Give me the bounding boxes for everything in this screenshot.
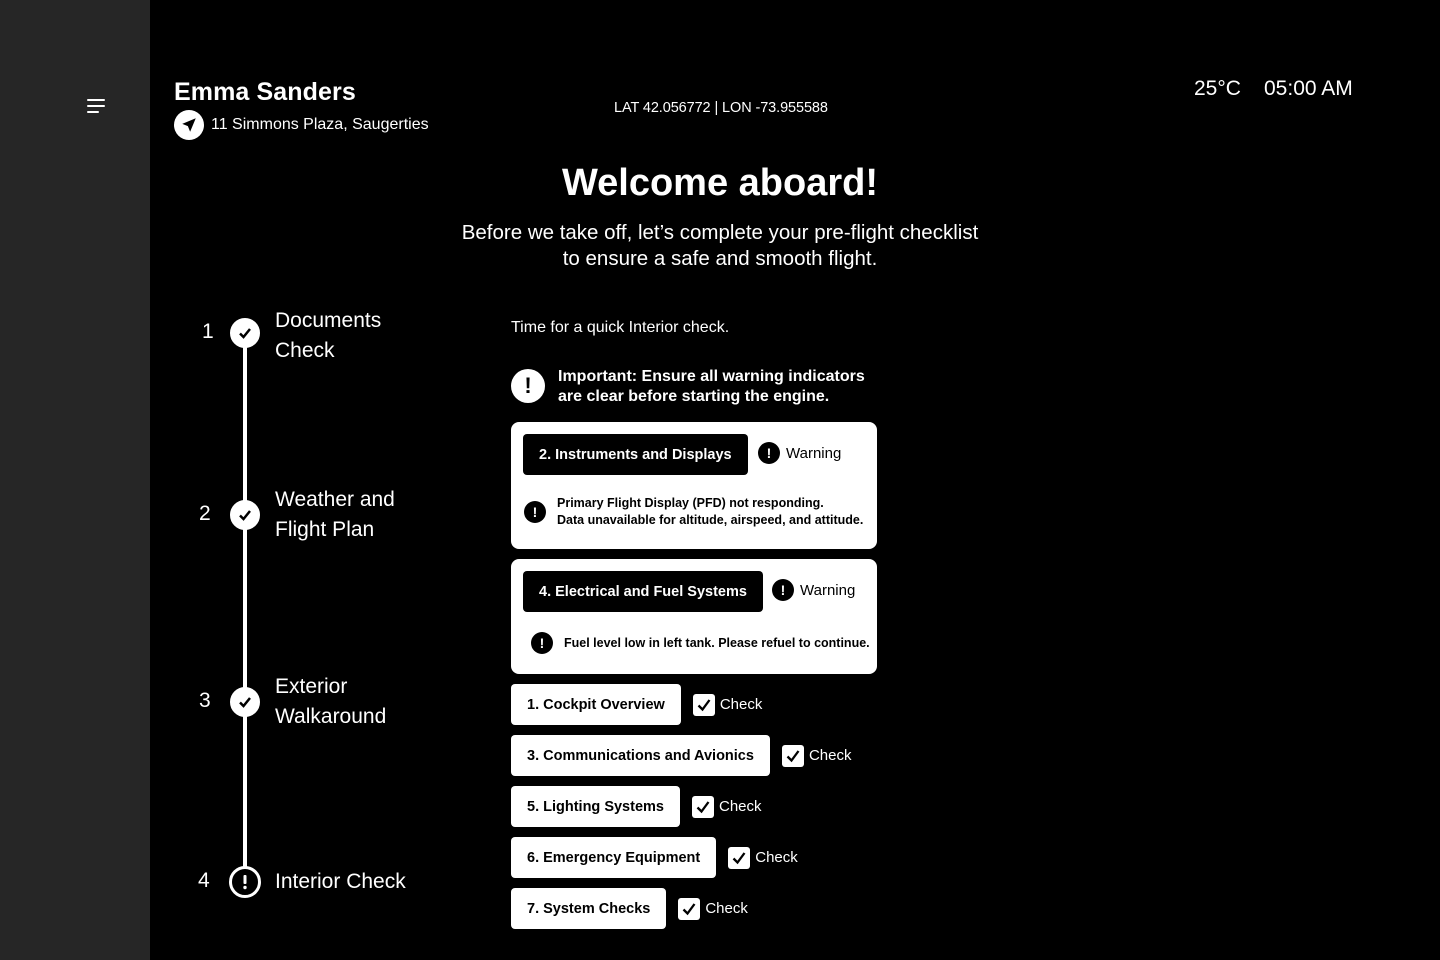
check-label: Check <box>705 900 748 917</box>
important-notice: Important: Ensure all warning indicators… <box>558 367 898 407</box>
step-3-label-line-2: Walkaround <box>275 705 387 728</box>
warning-message-line-1: Fuel level low in left tank. Please refu… <box>564 635 870 650</box>
check-label: Check <box>719 696 763 713</box>
user-name: Emma Sanders <box>174 78 356 106</box>
warning-title-electrical-fuel[interactable]: 4. Electrical and Fuel Systems <box>523 571 763 612</box>
warning-exclamation-icon: ! <box>758 442 780 464</box>
step-3-label-line-1: Exterior <box>275 675 348 698</box>
step-2-label-line-2: Flight Plan <box>275 518 375 541</box>
checkbox-checked-icon[interactable] <box>692 693 715 716</box>
step-2-check-icon <box>230 500 260 530</box>
check-item-emergency-equipment[interactable]: 6. Emergency Equipment <box>511 837 717 878</box>
step-3-label[interactable]: Exterior Walkaround <box>275 672 386 732</box>
check-row-emergency-equipment: 6. Emergency Equipment Check <box>511 837 798 878</box>
check-label: Check <box>808 747 852 764</box>
step-3-number: 3 <box>199 689 211 712</box>
check-row-communications-avionics: 3. Communications and Avionics Check <box>511 735 851 776</box>
checkbox-checked-icon[interactable] <box>678 897 701 920</box>
step-4-label[interactable]: Interior Check <box>275 867 406 897</box>
warning-message-electrical-fuel: ! Fuel level low in left tank. Please re… <box>531 632 870 654</box>
coordinates-readout: LAT 42.056772 | LON -73.955588 <box>614 100 828 116</box>
warning-badge-label: Warning <box>786 444 842 462</box>
welcome-title: Welcome aboard! <box>561 162 879 204</box>
step-4-warning-icon <box>229 866 261 898</box>
warning-badge: ! Warning <box>758 442 841 464</box>
hamburger-menu-icon[interactable] <box>87 99 105 114</box>
check-item-communications-avionics[interactable]: 3. Communications and Avionics <box>511 735 770 776</box>
warning-message-instruments: ! Primary Flight Display (PFD) not respo… <box>524 495 863 529</box>
step-2-label-line-1: Weather and <box>275 488 395 511</box>
important-notice-line-2: are clear before starting the engine. <box>558 388 830 405</box>
checkbox-checked-icon[interactable] <box>691 795 714 818</box>
step-2-label[interactable]: Weather and Flight Plan <box>275 485 395 545</box>
step-1-number: 1 <box>202 320 214 343</box>
warning-message-line-1: Primary Flight Display (PFD) not respond… <box>557 496 824 510</box>
interior-check-intro: Time for a quick Interior check. <box>511 319 730 336</box>
warning-card-electrical-fuel: 4. Electrical and Fuel Systems ! Warning… <box>511 559 877 674</box>
checkbox-checked-icon[interactable] <box>728 846 751 869</box>
sidebar <box>0 0 150 960</box>
user-address: 11 Simmons Plaza, Saugerties <box>211 116 429 133</box>
step-1-label[interactable]: Documents Check <box>275 306 381 366</box>
step-4-number: 4 <box>198 869 210 892</box>
check-item-lighting-systems[interactable]: 5. Lighting Systems <box>511 786 680 827</box>
temperature: 25°C <box>1194 77 1241 100</box>
step-1-label-line-1: Documents <box>275 309 382 332</box>
checkbox-checked-icon[interactable] <box>781 744 804 767</box>
subtitle-line-1: Before we take off, let’s complete your … <box>461 221 979 244</box>
check-label: Check <box>755 849 798 866</box>
subtitle-line-2: to ensure a safe and smooth flight. <box>562 247 878 270</box>
check-row-cockpit-overview: 1. Cockpit Overview Check <box>511 684 762 725</box>
stepper-line <box>243 333 247 882</box>
location-arrow-icon <box>174 110 204 140</box>
message-exclamation-icon: ! <box>524 501 546 523</box>
warning-badge: ! Warning <box>772 579 855 601</box>
check-item-cockpit-overview[interactable]: 1. Cockpit Overview <box>511 684 681 725</box>
warning-message-line-2: Data unavailable for altitude, airspeed,… <box>557 513 864 527</box>
step-3-check-icon <box>230 687 260 717</box>
warning-exclamation-icon: ! <box>772 579 794 601</box>
warning-title-instruments[interactable]: 2. Instruments and Displays <box>523 434 748 475</box>
important-exclamation-icon: ! <box>511 369 545 403</box>
clock-time: 05:00 AM <box>1264 77 1353 100</box>
warning-badge-label: Warning <box>800 581 856 599</box>
check-label: Check <box>718 798 762 815</box>
welcome-subtitle: Before we take off, let’s complete your … <box>420 220 1020 272</box>
step-2-number: 2 <box>199 502 211 525</box>
important-notice-line-1: Important: Ensure all warning indicators <box>558 368 865 385</box>
check-item-system-checks[interactable]: 7. System Checks <box>511 888 667 929</box>
step-1-label-line-2: Check <box>275 339 335 362</box>
message-exclamation-icon: ! <box>531 632 553 654</box>
check-row-lighting-systems: 5. Lighting Systems Check <box>511 786 762 827</box>
check-row-system-checks: 7. System Checks Check <box>511 888 748 929</box>
step-1-check-icon <box>230 318 260 348</box>
warning-card-instruments: 2. Instruments and Displays ! Warning ! … <box>511 422 877 549</box>
